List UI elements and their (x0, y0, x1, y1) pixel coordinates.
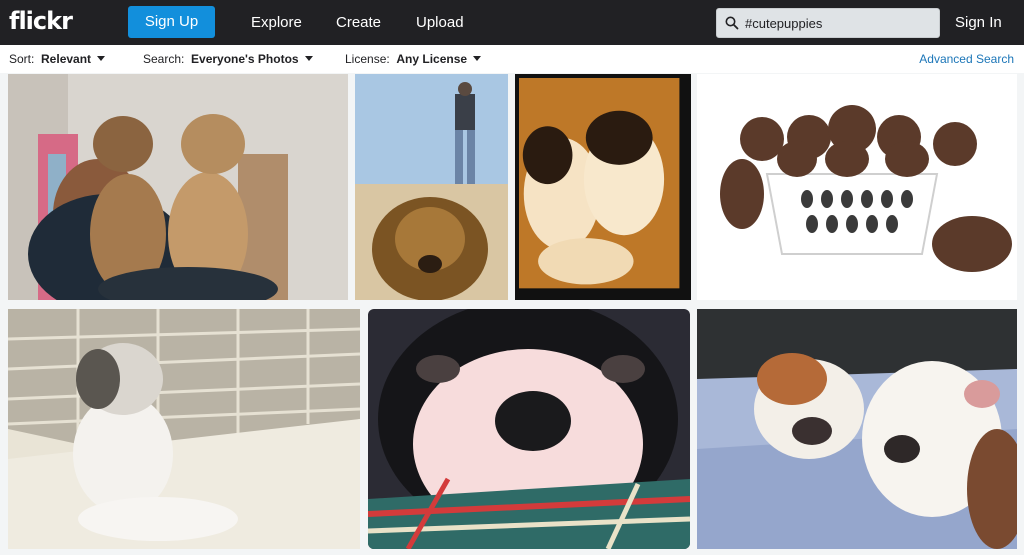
sort-value: Relevant (41, 52, 92, 66)
puppy-photo (355, 74, 508, 300)
license-dropdown[interactable]: License: Any License (345, 52, 482, 66)
photo-tile[interactable] (697, 74, 1017, 300)
search-icon[interactable] (725, 16, 739, 30)
license-value: Any License (396, 52, 468, 66)
sign-in-link[interactable]: Sign In (955, 14, 1002, 31)
photo-tile[interactable] (8, 74, 348, 300)
filter-bar: Sort: Relevant Search: Everyone's Photos… (0, 45, 1024, 73)
nav-upload-link[interactable]: Upload (416, 14, 464, 31)
puppy-photo (368, 309, 690, 549)
sort-label: Sort: (9, 52, 35, 66)
puppy-photo (697, 309, 1017, 549)
license-label: License: (345, 52, 390, 66)
sort-dropdown[interactable]: Sort: Relevant (9, 52, 106, 66)
photo-tile[interactable] (697, 309, 1017, 549)
search-input[interactable] (745, 14, 935, 32)
search-scope-value: Everyone's Photos (191, 52, 299, 66)
photo-tile[interactable] (368, 309, 690, 549)
chevron-down-icon (304, 56, 313, 61)
nav-create-link[interactable]: Create (336, 14, 381, 31)
search-box[interactable] (716, 8, 940, 38)
top-nav-bar: flickr Sign Up Explore Create Upload Sig… (0, 0, 1024, 45)
photo-tile[interactable] (8, 309, 360, 549)
nav-explore-link[interactable]: Explore (251, 14, 302, 31)
chevron-down-icon (97, 56, 106, 61)
search-scope-dropdown[interactable]: Search: Everyone's Photos (143, 52, 313, 66)
puppy-photo (8, 74, 348, 300)
photo-tile[interactable] (355, 74, 508, 300)
chevron-down-icon (473, 56, 482, 61)
puppy-photo (519, 78, 680, 289)
flickr-logo[interactable]: flickr (9, 7, 73, 35)
puppy-photo (8, 309, 360, 549)
sign-up-button[interactable]: Sign Up (128, 6, 215, 38)
advanced-search-link[interactable]: Advanced Search (919, 52, 1014, 66)
puppy-photo (697, 74, 1017, 300)
search-scope-label: Search: (143, 52, 185, 66)
photo-tile[interactable] (515, 74, 691, 300)
